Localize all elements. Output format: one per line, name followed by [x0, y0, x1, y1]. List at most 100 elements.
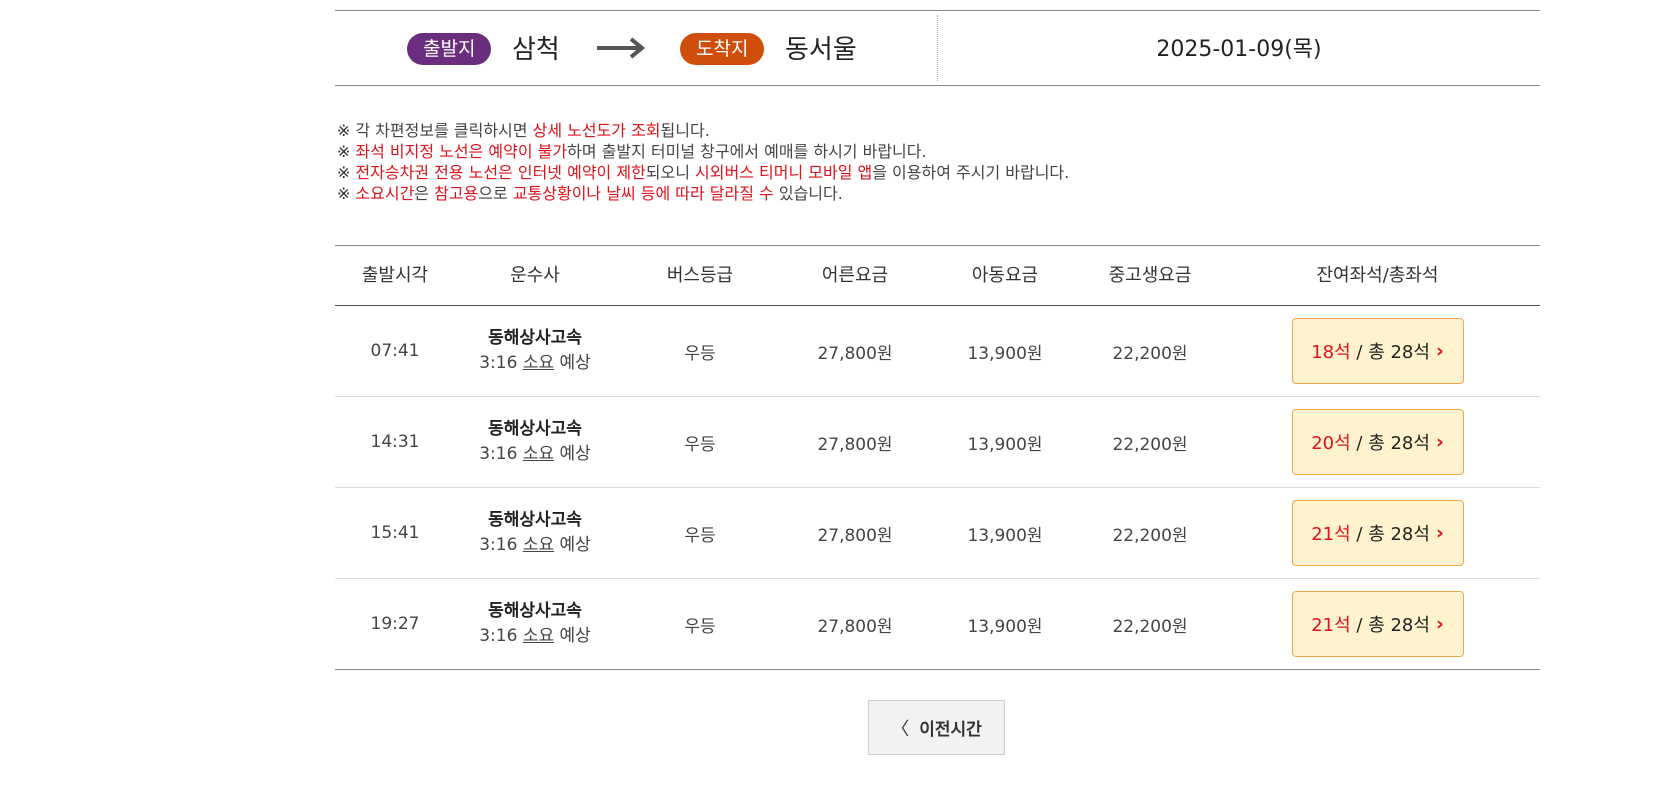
adult-fare: 27,800원: [817, 525, 893, 546]
operator-name: 동해상사고속: [488, 328, 582, 348]
bus-grade: 우등: [684, 434, 716, 455]
duration-label: 소요: [522, 535, 555, 555]
duration-value: 3:16: [479, 353, 518, 373]
seat-cell: 21석 / 총 28석 ›: [1215, 488, 1540, 578]
notice-highlight: 교통상황이나 날씨 등에 따라 달라질 수: [512, 184, 774, 203]
notice-highlight: 좌석 비지정 노선은 예약이 불가: [355, 142, 568, 161]
table-header: 출발시각 운수사 버스등급 어른요금 아동요금 중고생요금 잔여좌석/총좌석: [335, 246, 1540, 306]
child-fare: 13,900원: [967, 343, 1043, 364]
total-seats: / 총 28석: [1356, 524, 1430, 545]
route-summary: 출발지 삼척 도착지 동서울: [335, 11, 938, 85]
remaining-seats: 21석: [1311, 524, 1351, 545]
bus-grade: 우등: [684, 525, 716, 546]
header-bus-grade: 버스등급: [666, 265, 734, 286]
adult-fare: 27,800원: [817, 616, 893, 637]
notice-text: 각 차편정보를 클릭하시면: [355, 121, 533, 140]
header-seats: 잔여좌석/총좌석: [1316, 265, 1439, 286]
select-seat-button[interactable]: 21석 / 총 28석 ›: [1291, 500, 1464, 566]
notice-text: 을 이용하여 주시기 바랍니다.: [872, 163, 1070, 182]
estimated-duration: 3:16 소요 예상: [479, 624, 591, 649]
table-row[interactable]: 07:41 동해상사고속 3:16 소요 예상 우등 27,800원 13,900원 22,…: [335, 306, 1540, 397]
select-seat-button[interactable]: 18석 / 총 28석 ›: [1291, 318, 1464, 384]
notice-text: 은: [414, 184, 435, 203]
arrow-right-icon: [597, 37, 646, 59]
youth-fare: 22,200원: [1112, 434, 1188, 455]
notice-list: ※ 각 차편정보를 클릭하시면 상세 노선도가 조회됩니다. ※ 좌석 비지정 노선은…: [337, 120, 1069, 204]
duration-value: 3:16: [479, 444, 518, 464]
departure-time: 07:41: [370, 341, 420, 361]
notice-mark: ※: [337, 121, 351, 140]
duration-label: 소요: [522, 626, 555, 646]
chevron-right-icon: ›: [1435, 340, 1444, 362]
operator-name: 동해상사고속: [488, 601, 582, 621]
duration-value: 3:16: [479, 626, 518, 646]
notice-text: 있습니다.: [773, 184, 843, 203]
estimated-duration: 3:16 소요 예상: [479, 442, 591, 467]
chevron-right-icon: ›: [1435, 522, 1444, 544]
depart-badge: 출발지: [407, 33, 492, 65]
select-seat-button[interactable]: 20석 / 총 28석 ›: [1291, 409, 1464, 475]
estimated-duration: 3:16 소요 예상: [479, 351, 591, 376]
notice-highlight: 소요시간: [355, 184, 415, 203]
select-seat-button[interactable]: 21석 / 총 28석 ›: [1291, 591, 1464, 657]
notice-text: 으로: [478, 184, 513, 203]
remaining-seats: 21석: [1311, 615, 1351, 636]
notice-text: 되오니: [645, 163, 696, 182]
operator-name: 동해상사고속: [488, 510, 582, 530]
arrive-city: 동서울: [785, 35, 857, 65]
adult-fare: 27,800원: [817, 434, 893, 455]
notice-line: ※ 소요시간은 참고용으로 교통상황이나 날씨 등에 따라 달라질 수 있습니다.: [337, 183, 1069, 204]
child-fare: 13,900원: [967, 525, 1043, 546]
seat-cell: 18석 / 총 28석 ›: [1215, 306, 1540, 396]
arrive-badge: 도착지: [680, 33, 765, 65]
duration-value: 3:16: [479, 535, 518, 555]
table-body: 07:41 동해상사고속 3:16 소요 예상 우등 27,800원 13,900원 22,…: [335, 306, 1540, 669]
header-child-fare: 아동요금: [971, 265, 1039, 286]
operator-cell: 동해상사고속 3:16 소요 예상: [455, 488, 615, 578]
duration-suffix: 예상: [559, 535, 591, 555]
chevron-right-icon: ›: [1435, 431, 1444, 453]
child-fare: 13,900원: [967, 434, 1043, 455]
duration-label: 소요: [522, 444, 555, 464]
duration-suffix: 예상: [559, 444, 591, 464]
table-row[interactable]: 14:31 동해상사고속 3:16 소요 예상 우등 27,800원 13,900원 22,…: [335, 397, 1540, 488]
operator-name: 동해상사고속: [488, 419, 582, 439]
remaining-seats: 18석: [1311, 342, 1351, 363]
header-youth-fare: 중고생요금: [1108, 265, 1192, 286]
header-adult-fare: 어른요금: [821, 265, 889, 286]
notice-mark: ※: [337, 184, 351, 203]
youth-fare: 22,200원: [1112, 343, 1188, 364]
notice-highlight: 전자승차권 전용 노선은 인터넷 예약이 제한: [355, 163, 646, 182]
duration-label: 소요: [522, 353, 555, 373]
notice-line: ※ 좌석 비지정 노선은 예약이 불가하며 출발지 터미널 창구에서 예매를 하시…: [337, 141, 1069, 162]
departure-date: 2025-01-09(목): [1156, 37, 1322, 62]
table-row[interactable]: 19:27 동해상사고속 3:16 소요 예상 우등 27,800원 13,900원 22,…: [335, 579, 1540, 669]
seat-cell: 20석 / 총 28석 ›: [1215, 397, 1540, 487]
youth-fare: 22,200원: [1112, 525, 1188, 546]
notice-mark: ※: [337, 142, 351, 161]
notice-highlight: 참고용: [434, 184, 479, 203]
table-row[interactable]: 15:41 동해상사고속 3:16 소요 예상 우등 27,800원 13,900원 22,…: [335, 488, 1540, 579]
operator-cell: 동해상사고속 3:16 소요 예상: [455, 306, 615, 396]
notice-text: 하며 출발지 터미널 창구에서 예매를 하시기 바랍니다.: [567, 142, 927, 161]
child-fare: 13,900원: [967, 616, 1043, 637]
depart-city: 삼척: [512, 35, 560, 65]
total-seats: / 총 28석: [1356, 433, 1430, 454]
notice-line: ※ 전자승차권 전용 노선은 인터넷 예약이 제한되오니 시외버스 티머니 모바일…: [337, 162, 1069, 183]
bus-grade: 우등: [684, 616, 716, 637]
duration-suffix: 예상: [559, 353, 591, 373]
chevron-right-icon: ›: [1435, 613, 1444, 635]
bus-grade: 우등: [684, 343, 716, 364]
seat-cell: 21석 / 총 28석 ›: [1215, 579, 1540, 669]
operator-cell: 동해상사고속 3:16 소요 예상: [455, 397, 615, 487]
chevron-left-icon: 〈: [891, 718, 910, 740]
departure-time: 14:31: [370, 432, 420, 452]
notice-line: ※ 각 차편정보를 클릭하시면 상세 노선도가 조회됩니다.: [337, 120, 1069, 141]
total-seats: / 총 28석: [1356, 342, 1430, 363]
duration-suffix: 예상: [559, 626, 591, 646]
total-seats: / 총 28석: [1356, 615, 1430, 636]
notice-mark: ※: [337, 163, 351, 182]
route-bar: 출발지 삼척 도착지 동서울 2025-01-09(목): [335, 10, 1540, 86]
previous-time-button[interactable]: 〈 이전시간: [868, 700, 1005, 755]
remaining-seats: 20석: [1311, 433, 1351, 454]
